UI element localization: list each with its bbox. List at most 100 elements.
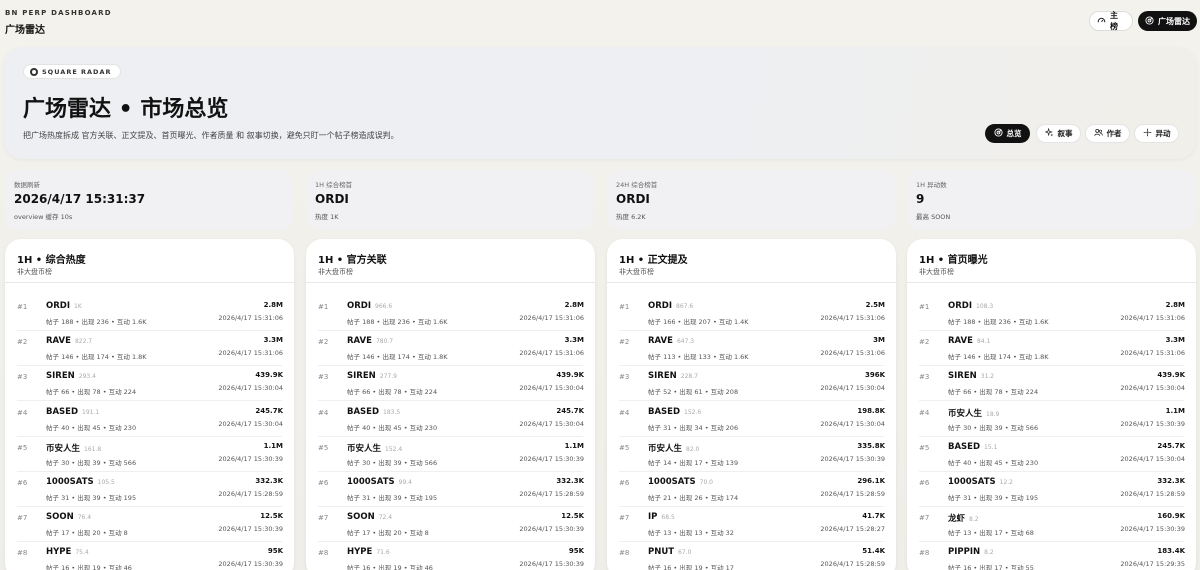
rank-number: #5 bbox=[318, 443, 329, 452]
token-symbol: BASED bbox=[347, 406, 380, 417]
ranking-row[interactable]: #4 BASED 183.5 帖子 40 • 出现 45 • 互动 230 245.7K… bbox=[306, 402, 595, 437]
nav-radar-label: 广场雷达 bbox=[1158, 16, 1190, 26]
stat-value: 2026/4/17 15:31:37 bbox=[14, 192, 146, 206]
token-time: 2026/4/17 15:28:59 bbox=[1120, 490, 1185, 498]
page-title: 广场雷达 • 市场总览 bbox=[23, 97, 229, 122]
token-score: 780.7 bbox=[375, 338, 394, 346]
ranking-row[interactable]: #8 HYPE 75.4 帖子 16 • 出现 19 • 互动 46 95K 2026/4… bbox=[5, 542, 294, 570]
token-value: 332.3K bbox=[556, 477, 584, 485]
token-name: RAVE 84.1 bbox=[948, 336, 990, 346]
token-value: 2.8M bbox=[1165, 301, 1185, 309]
token-meta: 帖子 146 • 出现 174 • 互动 1.8K bbox=[347, 353, 448, 362]
ranking-row[interactable]: #4 BASED 152.6 帖子 31 • 出现 34 • 互动 206 198.8K… bbox=[607, 402, 896, 437]
nav-home-button[interactable]: 主榜 bbox=[1089, 11, 1133, 31]
token-symbol: HYPE bbox=[46, 547, 72, 558]
token-name: PNUT 67.0 bbox=[648, 547, 691, 557]
ranking-row[interactable]: #4 BASED 191.1 帖子 40 • 出现 45 • 互动 230 245.7K… bbox=[5, 402, 294, 437]
token-symbol: ORDI bbox=[46, 301, 70, 311]
token-meta: 帖子 146 • 出现 174 • 互动 1.8K bbox=[948, 353, 1049, 362]
ranking-row[interactable]: #6 1000SATS 70.0 帖子 21 • 出现 26 • 互动 174 296.… bbox=[607, 472, 896, 507]
token-value: 1.1M bbox=[263, 441, 283, 450]
token-time: 2026/4/17 15:30:04 bbox=[1120, 384, 1185, 393]
token-time: 2026/4/17 15:30:04 bbox=[820, 384, 885, 393]
token-score: 75.4 bbox=[75, 549, 89, 557]
rank-number: #2 bbox=[318, 338, 329, 347]
page-description: 把广场热度拆成 官方关联、正文提及、首页曝光、作者质量 和 叙事切换，避免只盯一… bbox=[23, 131, 399, 140]
ranking-row[interactable]: #8 PIPPIN 8.2 帖子 16 • 出现 17 • 互动 55 183.4K 20… bbox=[907, 542, 1196, 570]
stat-sub: 最高 SOON bbox=[916, 213, 951, 221]
divider bbox=[907, 282, 1196, 283]
ranking-row[interactable]: #2 RAVE 647.3 帖子 113 • 出现 133 • 互动 1.6K 3M 20… bbox=[607, 331, 896, 367]
token-symbol: SIREN bbox=[948, 371, 977, 382]
hero-badge-label: SQUARE RADAR bbox=[42, 67, 112, 76]
ranking-row[interactable]: #7 SOON 76.4 帖子 17 • 出现 20 • 互动 8 12.5K 2026/… bbox=[5, 507, 294, 543]
token-time: 2026/4/17 15:28:59 bbox=[519, 490, 584, 498]
rank-number: #2 bbox=[619, 338, 630, 347]
token-name: RAVE 780.7 bbox=[347, 336, 393, 346]
token-meta: 帖子 113 • 出现 133 • 互动 1.6K bbox=[648, 353, 749, 362]
token-symbol: SIREN bbox=[648, 371, 677, 382]
token-time: 2026/4/17 15:30:04 bbox=[1120, 454, 1185, 463]
ranking-row[interactable]: #1 ORDI 1K 帖子 188 • 出现 236 • 互动 1.6K 2.8M 202… bbox=[5, 296, 294, 331]
token-time: 2026/4/17 15:30:39 bbox=[519, 525, 584, 534]
filter-overview-button[interactable]: 总览 bbox=[985, 124, 1030, 143]
ranking-row[interactable]: #5 币安人生 152.4 帖子 30 • 出现 39 • 互动 566 1.1M 202… bbox=[306, 437, 595, 472]
ranking-row[interactable]: #7 SOON 72.4 帖子 17 • 出现 20 • 互动 8 12.5K 2026/… bbox=[306, 507, 595, 543]
token-meta: 帖子 17 • 出现 20 • 互动 8 bbox=[46, 529, 128, 538]
ranking-row[interactable]: #2 RAVE 84.1 帖子 146 • 出现 174 • 互动 1.8K 3.3M 2… bbox=[907, 331, 1196, 367]
token-value: 439.9K bbox=[255, 371, 283, 380]
ranking-row[interactable]: #6 1000SATS 99.4 帖子 31 • 出现 39 • 互动 195 332.… bbox=[306, 472, 595, 507]
divider bbox=[607, 282, 896, 283]
stat-card-1h-top: 1H 综合榜首 ORDI 热度 1K bbox=[306, 170, 594, 230]
divider bbox=[5, 282, 294, 283]
token-score: 966.6 bbox=[375, 303, 393, 310]
filter-narrative-button[interactable]: 叙事 bbox=[1036, 124, 1081, 143]
token-value: 245.7K bbox=[556, 406, 584, 415]
token-symbol: 币安人生 bbox=[948, 408, 983, 419]
ranking-row[interactable]: #6 1000SATS 105.5 帖子 31 • 出现 39 • 互动 195 332… bbox=[5, 472, 294, 507]
token-value: 12.5K bbox=[260, 512, 283, 521]
ranking-row[interactable]: #5 币安人生 161.8 帖子 30 • 出现 39 • 互动 566 1.1M 202… bbox=[5, 437, 294, 472]
token-value: 332.3K bbox=[1157, 477, 1185, 485]
token-symbol: BASED bbox=[46, 406, 79, 417]
token-score: 76.4 bbox=[77, 514, 92, 522]
ranking-row[interactable]: #3 SIREN 277.9 帖子 66 • 出现 78 • 互动 224 439.9K… bbox=[306, 366, 595, 402]
token-value: 2.8M bbox=[263, 301, 283, 309]
ranking-row[interactable]: #5 币安人生 82.0 帖子 14 • 出现 17 • 互动 139 335.8K 20… bbox=[607, 437, 896, 472]
ranking-title: 1H • 官方关联 bbox=[318, 255, 387, 266]
token-name: BASED 191.1 bbox=[46, 407, 99, 417]
ranking-row[interactable]: #3 SIREN 228.7 帖子 52 • 出现 61 • 互动 208 396K 20… bbox=[607, 366, 896, 402]
rank-number: #3 bbox=[619, 373, 630, 382]
token-value: 1.1M bbox=[564, 441, 584, 450]
filter-anomaly-button[interactable]: 异动 bbox=[1134, 124, 1179, 143]
ranking-row[interactable]: #3 SIREN 31.2 帖子 66 • 出现 78 • 互动 224 439.9K 2… bbox=[907, 366, 1196, 402]
ranking-row[interactable]: #4 币安人生 18.9 帖子 30 • 出现 39 • 互动 566 1.1M 2026… bbox=[907, 402, 1196, 437]
token-meta: 帖子 40 • 出现 45 • 互动 230 bbox=[347, 423, 438, 432]
token-name: SIREN 293.4 bbox=[46, 371, 96, 381]
stat-sub: overview 缓存 10s bbox=[14, 213, 73, 221]
ranking-row[interactable]: #7 龙虾 8.2 帖子 13 • 出现 17 • 互动 68 160.9K 2026/4… bbox=[907, 507, 1196, 543]
ranking-row[interactable]: #7 IP 68.5 帖子 13 • 出现 13 • 互动 32 41.7K 2026/4… bbox=[607, 507, 896, 543]
ranking-row[interactable]: #1 ORDI 108.3 帖子 188 • 出现 236 • 互动 1.6K 2.8M… bbox=[907, 296, 1196, 331]
token-value: 332.3K bbox=[255, 477, 283, 485]
gauge-icon bbox=[1097, 16, 1106, 27]
stat-value: ORDI bbox=[616, 192, 650, 206]
token-meta: 帖子 31 • 出现 39 • 互动 195 bbox=[46, 494, 137, 502]
ranking-row[interactable]: #3 SIREN 293.4 帖子 66 • 出现 78 • 互动 224 439.9K… bbox=[5, 366, 294, 402]
ranking-row[interactable]: #5 BASED 15.1 帖子 40 • 出现 45 • 互动 230 245.7K 2… bbox=[907, 437, 1196, 472]
rank-number: #1 bbox=[17, 303, 28, 311]
token-score: 277.9 bbox=[379, 373, 397, 381]
stat-sub: 热度 6.2K bbox=[616, 213, 646, 221]
ranking-row[interactable]: #1 ORDI 867.6 帖子 166 • 出现 207 • 互动 1.4K 2.5M… bbox=[607, 296, 896, 331]
token-name: SIREN 277.9 bbox=[347, 371, 397, 381]
ranking-row[interactable]: #8 HYPE 71.6 帖子 16 • 出现 19 • 互动 46 95K 2026/4… bbox=[306, 542, 595, 570]
ranking-row[interactable]: #6 1000SATS 12.2 帖子 31 • 出现 39 • 互动 195 332.… bbox=[907, 472, 1196, 507]
ranking-row[interactable]: #8 PNUT 67.0 帖子 16 • 出现 19 • 互动 17 51.4K 2026… bbox=[607, 542, 896, 570]
nav-radar-button[interactable]: 广场雷达 bbox=[1138, 11, 1197, 31]
ranking-row[interactable]: #1 ORDI 966.6 帖子 188 • 出现 236 • 互动 1.6K 2.8M… bbox=[306, 296, 595, 331]
ranking-subtitle: 非大盘币榜 bbox=[919, 268, 954, 276]
ranking-row[interactable]: #2 RAVE 822.7 帖子 146 • 出现 174 • 互动 1.8K 3.3M… bbox=[5, 331, 294, 367]
ranking-row[interactable]: #2 RAVE 780.7 帖子 146 • 出现 174 • 互动 1.8K 3.3M… bbox=[306, 331, 595, 367]
filter-author-button[interactable]: 作者 bbox=[1085, 124, 1130, 143]
token-symbol: 龙虾 bbox=[948, 514, 966, 525]
